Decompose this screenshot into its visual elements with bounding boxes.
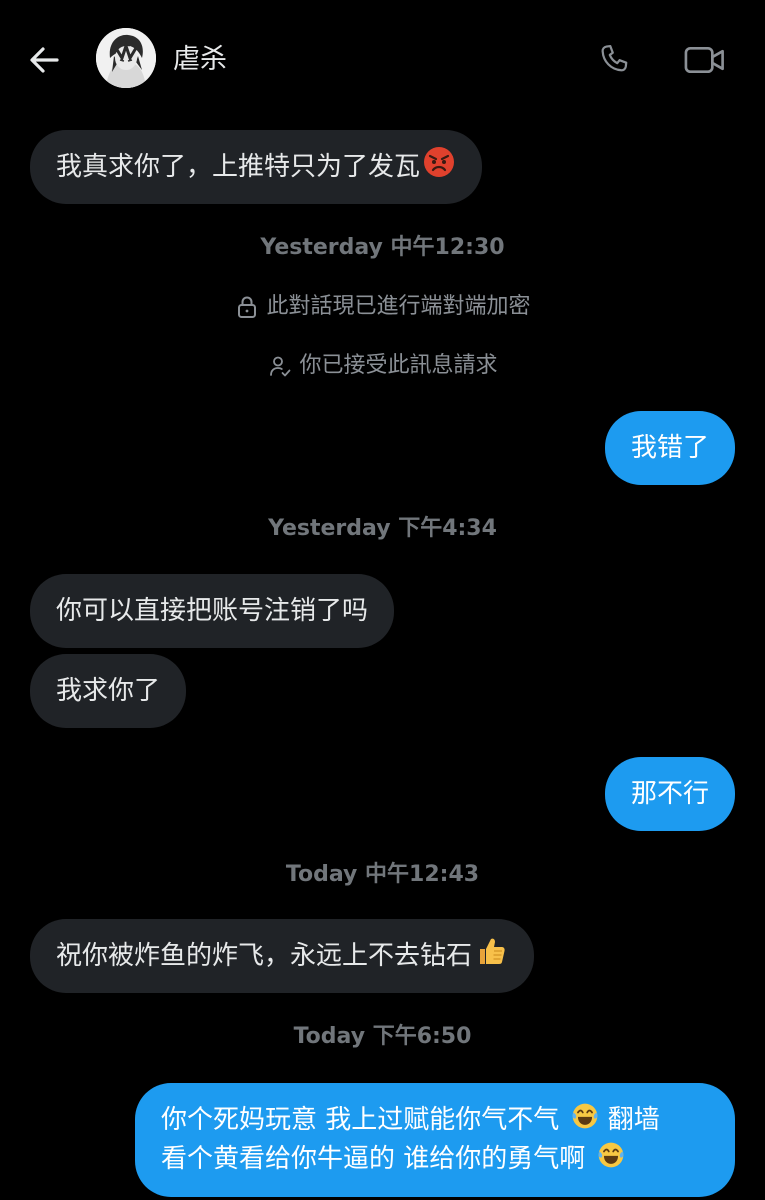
timestamp: Yesterday 中午12:30 (260, 235, 505, 260)
message-text: 我错了 (630, 433, 709, 463)
timestamp: Today 下午6:50 (293, 1024, 472, 1049)
video-camera-icon (684, 46, 724, 74)
message-text: 那不行 (630, 779, 709, 809)
outgoing-message[interactable]: 那不行 (604, 757, 735, 831)
request-accepted-text: 你已接受此訊息請求 (299, 353, 498, 378)
message-line: 你个死妈玩意 我上过赋能你气不气 翻墙 (161, 1101, 709, 1140)
chat-header: 虐杀 (0, 0, 765, 120)
encryption-notice: 此對話現已進行端對端加密 (0, 292, 765, 322)
video-call-button[interactable] (681, 38, 729, 82)
message-text: 我求你了 (56, 676, 161, 706)
back-button[interactable] (24, 40, 64, 80)
outgoing-message[interactable]: 我错了 (604, 411, 735, 485)
arrow-left-icon (30, 47, 59, 73)
request-accepted-notice: 你已接受此訊息請求 (0, 351, 765, 381)
tears-of-joy-emoji (596, 1140, 626, 1179)
message-text: 翻墙 (607, 1105, 660, 1135)
timestamp: Yesterday 下午4:34 (268, 516, 497, 541)
message-line: 看个黄看给你牛逼的 谁给你的勇气啊 (161, 1140, 709, 1179)
call-button[interactable] (593, 38, 637, 82)
message-text: 我真求你了，上推特只为了发瓦 (56, 152, 421, 182)
tears-of-joy-emoji (570, 1101, 600, 1140)
message-text: 你可以直接把账号注销了吗 (56, 596, 369, 626)
avatar[interactable] (96, 28, 156, 88)
timestamp: Today 中午12:43 (285, 862, 480, 887)
encryption-notice-text: 此對話現已進行端對端加密 (266, 294, 531, 319)
thumbs-up-emoji (474, 934, 508, 978)
incoming-message[interactable]: 我求你了 (30, 654, 187, 728)
message-text: 你个死妈玩意 我上过赋能你气不气 (161, 1105, 560, 1135)
outgoing-message[interactable]: 你个死妈玩意 我上过赋能你气不气 翻墙 看个黄看给你牛逼的 谁给你的勇气啊 (135, 1083, 735, 1197)
incoming-message[interactable]: 你可以直接把账号注销了吗 (30, 574, 395, 648)
incoming-message[interactable]: 祝你被炸鱼的炸飞，永远上不去钻石 (30, 919, 535, 993)
avatar-image (96, 28, 156, 88)
message-text: 看个黄看给你牛逼的 谁给你的勇气啊 (161, 1144, 586, 1174)
contact-name[interactable]: 虐杀 (173, 42, 227, 78)
angry-face-emoji (422, 145, 456, 189)
person-check-icon (267, 353, 293, 379)
incoming-message[interactable]: 我真求你了，上推特只为了发瓦 (30, 130, 483, 204)
phone-icon (601, 44, 628, 72)
message-text: 祝你被炸鱼的炸飞，永远上不去钻石 (56, 941, 473, 971)
lock-icon (234, 294, 260, 320)
